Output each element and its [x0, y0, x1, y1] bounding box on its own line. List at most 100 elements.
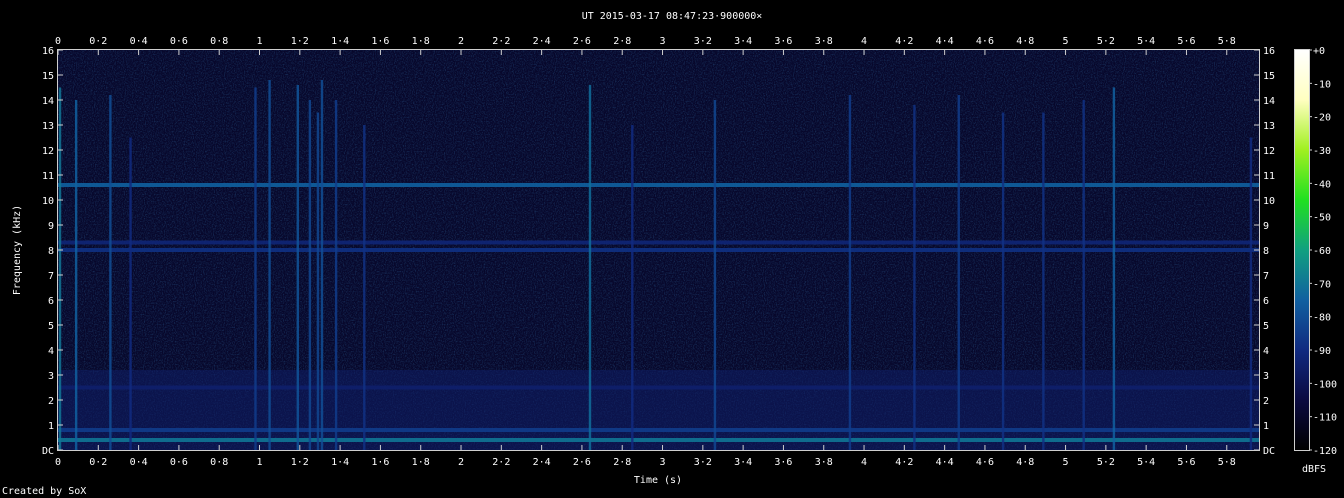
x-tick-label-top: 0·6	[170, 36, 188, 47]
x-tick-label-bottom: 2	[458, 457, 464, 468]
colorbar-tick-label: -60	[1313, 246, 1331, 257]
transient-line	[254, 87, 257, 450]
x-tick-label-bottom: 0·6	[170, 457, 188, 468]
x-tick-label-top: 3·6	[774, 36, 792, 47]
x-tick-label-bottom: 4·8	[1016, 457, 1034, 468]
colorbar-label: dBFS	[1302, 464, 1326, 475]
colorbar-tick-label: -70	[1313, 279, 1331, 290]
y-tick-label-right: 4	[1263, 346, 1269, 357]
x-tick-label-top: 0·4	[130, 36, 148, 47]
y-tick-label-right: 10	[1263, 196, 1275, 207]
transient-line	[308, 100, 312, 450]
chart-title: UT 2015-03-17 08:47:23·900000×	[582, 11, 763, 22]
x-tick-label-top: 5·2	[1097, 36, 1115, 47]
y-tick-label-right: DC	[1263, 446, 1275, 457]
transient-line	[316, 112, 320, 450]
y-tick-label-left: 15	[42, 71, 54, 82]
x-tick-label-bottom: 0·2	[89, 457, 107, 468]
colorbar-tick-label: -50	[1313, 213, 1331, 224]
x-axis-label: Time (s)	[634, 475, 682, 486]
colorbar-tick-label: -120	[1313, 446, 1337, 457]
transient-line	[913, 105, 916, 450]
y-tick-label-left: 4	[48, 346, 54, 357]
credit-text: Created by SoX	[2, 486, 86, 497]
transient-line	[848, 95, 852, 450]
y-tick-label-left: DC	[42, 446, 54, 457]
y-tick-label-left: 16	[42, 46, 54, 57]
colorbar-tick-label: -20	[1313, 113, 1331, 124]
y-tick-label-right: 16	[1263, 46, 1275, 57]
frequency-band	[58, 428, 1259, 432]
x-tick-label-bottom: 1·8	[412, 457, 430, 468]
x-tick-label-bottom: 2·2	[492, 457, 510, 468]
x-tick-label-top: 2·4	[533, 36, 551, 47]
x-tick-label-top: 3·2	[694, 36, 712, 47]
x-tick-label-top: 1·8	[412, 36, 430, 47]
x-tick-label-bottom: 4·2	[895, 457, 913, 468]
transient-line	[957, 95, 960, 450]
x-tick-label-bottom: 0·4	[130, 457, 148, 468]
x-tick-label-bottom: 1·2	[291, 457, 309, 468]
frequency-band	[58, 240, 1259, 245]
x-tick-label-bottom: 2·8	[613, 457, 631, 468]
transient-line	[74, 100, 78, 450]
x-tick-label-bottom: 0·8	[210, 457, 228, 468]
x-tick-label-top: 0·8	[210, 36, 228, 47]
colorbar-tick-label: -110	[1313, 413, 1337, 424]
colorbar-tick-label: -90	[1313, 346, 1331, 357]
y-tick-label-right: 12	[1263, 146, 1275, 157]
transient-line	[129, 137, 132, 450]
colorbar-tick-label: -80	[1313, 313, 1331, 324]
transient-line	[58, 87, 62, 450]
x-tick-label-top: 2·8	[613, 36, 631, 47]
x-tick-label-top: 3·4	[734, 36, 752, 47]
x-tick-label-top: 2·2	[492, 36, 510, 47]
x-tick-label-top: 3·8	[815, 36, 833, 47]
x-tick-label-bottom: 4·4	[936, 457, 954, 468]
x-tick-label-bottom: 3·2	[694, 457, 712, 468]
y-tick-label-right: 7	[1263, 271, 1269, 282]
x-tick-label-top: 1·2	[291, 36, 309, 47]
transient-line	[1112, 87, 1116, 450]
transient-line	[588, 85, 592, 450]
x-tick-label-bottom: 2·6	[573, 457, 591, 468]
y-tick-label-left: 8	[48, 246, 54, 257]
transient-line	[109, 95, 112, 450]
colorbar-ticks: +0 -10 -20 -30 -40 -50 -60 -70 -80 -90 -100 -110 -12…	[1309, 46, 1337, 457]
colorbar	[1295, 50, 1309, 450]
x-tick-label-top: 0	[55, 36, 61, 47]
y-tick-label-right: 2	[1263, 396, 1269, 407]
x-tick-label-top: 1	[256, 36, 262, 47]
y-tick-label-left: 7	[48, 271, 54, 282]
x-tick-label-top: 3	[660, 36, 666, 47]
y-tick-label-left: 2	[48, 396, 54, 407]
x-tick-label-top: 1·6	[371, 36, 389, 47]
x-tick-label-bottom: 1	[256, 457, 262, 468]
x-tick-label-top: 5·4	[1137, 36, 1155, 47]
x-tick-label-bottom: 1·6	[371, 457, 389, 468]
x-tick-label-top: 4·2	[895, 36, 913, 47]
y-tick-label-left: 13	[42, 121, 54, 132]
y-tick-label-left: 5	[48, 321, 54, 332]
x-tick-label-bottom: 1·4	[331, 457, 349, 468]
transient-line	[713, 100, 717, 450]
y-tick-label-left: 14	[42, 96, 54, 107]
frequency-band	[58, 385, 1259, 390]
x-tick-label-top: 1·4	[331, 36, 349, 47]
y-tick-label-right: 5	[1263, 321, 1269, 332]
x-tick-label-top: 5	[1063, 36, 1069, 47]
x-tick-label-top: 2	[458, 36, 464, 47]
y-tick-label-right: 8	[1263, 246, 1269, 257]
colorbar-tick-label: -10	[1313, 79, 1331, 90]
x-tick-label-top: 5·8	[1218, 36, 1236, 47]
spectrogram-plot-area	[58, 50, 1259, 450]
y-tick-label-right: 15	[1263, 71, 1275, 82]
transient-line	[1042, 112, 1045, 450]
transient-line	[320, 80, 324, 450]
transient-line	[1001, 112, 1005, 450]
frequency-band	[58, 183, 1259, 187]
transient-line	[268, 80, 271, 450]
x-tick-label-bottom: 4·6	[976, 457, 994, 468]
transient-line	[1249, 137, 1253, 450]
x-tick-label-top: 4·6	[976, 36, 994, 47]
